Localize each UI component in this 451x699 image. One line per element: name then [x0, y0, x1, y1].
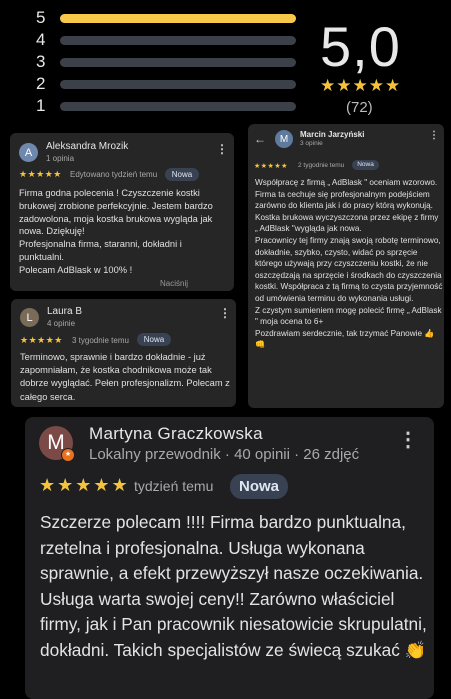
new-badge: Nowa: [230, 474, 288, 499]
rating-bar-track: [60, 102, 296, 111]
rating-bar-label: 4: [36, 30, 46, 49]
rating-bar-track: [60, 36, 296, 45]
review-time: 3 tygodnie temu: [72, 336, 129, 345]
tap-hint[interactable]: Naciśnij: [160, 279, 188, 288]
review-stars: ★★★★★: [254, 163, 288, 170]
review-time: tydzień temu: [134, 478, 214, 494]
avatar[interactable]: A: [19, 143, 38, 162]
new-badge: Nowa: [165, 168, 199, 181]
reviewer-name[interactable]: Aleksandra Mrozik: [46, 141, 128, 152]
rating-bar-5: 5: [36, 8, 296, 27]
rating-bar-track: [60, 80, 296, 89]
review-card[interactable]: A Aleksandra Mrozik 1 opinia ⋮ ★★★★★ Edy…: [10, 133, 234, 291]
review-text: Szczerze polecam !!!! Firma bardzo punkt…: [40, 512, 427, 660]
rating-bar-3: 3: [36, 52, 296, 71]
more-options-icon[interactable]: ⋮: [398, 430, 418, 450]
review-time: 2 tygodnie temu: [298, 162, 345, 169]
rating-bar-track: [60, 14, 296, 23]
review-card[interactable]: L Laura B 4 opinie ⋮ ★★★★★ 3 tygodnie te…: [11, 299, 236, 407]
average-score: 5,0: [320, 15, 401, 78]
reviewer-meta: Lokalny przewodnik · 40 opinii · 26 zdję…: [89, 446, 360, 463]
rating-bar-label: 3: [36, 52, 46, 71]
avatar[interactable]: M: [275, 130, 293, 148]
more-options-icon[interactable]: ⋮: [219, 307, 231, 320]
rating-bar-2: 2: [36, 74, 296, 93]
rating-bar-track: [60, 58, 296, 67]
reviewer-name[interactable]: Laura B: [47, 306, 82, 317]
back-arrow-icon[interactable]: ←: [254, 132, 266, 146]
average-stars: ★★★★★: [320, 76, 402, 95]
new-badge: Nowa: [137, 333, 171, 346]
rating-bar-1: 1: [36, 96, 296, 115]
review-time: Edytowano tydzień temu: [70, 170, 158, 179]
reviewer-name[interactable]: Marcin Jarzyński: [300, 130, 364, 139]
reviewer-meta: 4 opinie: [47, 319, 76, 328]
review-text: Terminowo, sprawnie i bardzo dokładnie -…: [20, 352, 230, 402]
reviewer-meta: 3 opinie: [300, 140, 323, 147]
rating-bar-label: 1: [36, 96, 46, 115]
review-card[interactable]: M ★ Martyna Graczkowska Lokalny przewodn…: [25, 417, 434, 699]
local-guide-icon: ★: [61, 448, 75, 462]
reviewer-meta: 1 opinia: [46, 154, 75, 163]
new-badge: Nowa: [352, 160, 379, 170]
review-text: Firma godna polecenia ! Czyszczenie kost…: [19, 188, 213, 275]
review-stars: ★★★★★: [19, 169, 62, 179]
review-stars: ★★★★★: [39, 475, 130, 495]
rating-bar-4: 4: [36, 30, 296, 49]
avatar[interactable]: L: [20, 308, 39, 327]
reviewer-name[interactable]: Martyna Graczkowska: [89, 424, 263, 444]
review-stars: ★★★★★: [20, 335, 63, 345]
review-text: Współpracę z firmą „ AdBlask " oceniam w…: [255, 178, 443, 350]
review-card[interactable]: ← M Marcin Jarzyński 3 opinie ⋮ ★★★★★ 2 …: [248, 124, 444, 408]
more-options-icon[interactable]: ⋮: [429, 131, 439, 140]
more-options-icon[interactable]: ⋮: [216, 143, 228, 156]
rating-bar-label: 5: [36, 8, 46, 27]
review-count: (72): [346, 99, 373, 116]
rating-bar-fill: [60, 14, 296, 23]
rating-bar-label: 2: [36, 74, 46, 93]
